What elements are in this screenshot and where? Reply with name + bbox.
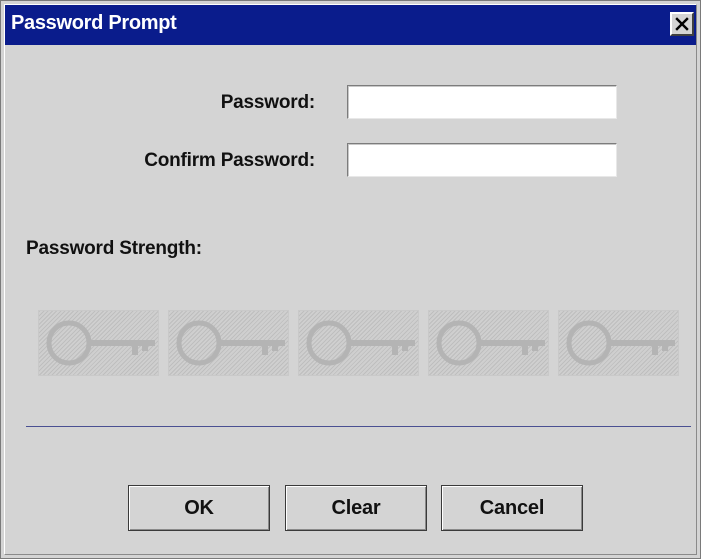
- password-field[interactable]: [347, 85, 617, 119]
- strength-segment-3: [298, 310, 419, 376]
- password-strength-label: Password Strength:: [26, 238, 202, 259]
- strength-segment-1: [38, 310, 159, 376]
- key-icon: [566, 320, 675, 366]
- key-icon: [176, 320, 285, 366]
- strength-segment-2: [168, 310, 289, 376]
- close-button[interactable]: [670, 12, 694, 36]
- key-icon: [46, 320, 155, 366]
- password-label: Password:: [220, 92, 315, 113]
- window-title: Password Prompt: [11, 12, 177, 34]
- cancel-button[interactable]: Cancel: [441, 485, 583, 531]
- confirm-password-field[interactable]: [347, 143, 617, 177]
- close-x-icon: [675, 17, 689, 31]
- ok-button[interactable]: OK: [128, 485, 270, 531]
- key-icon: [306, 320, 415, 366]
- dialog-content: Password: Confirm Password: Password Str…: [5, 45, 696, 556]
- key-icon: [436, 320, 545, 366]
- separator-line: [26, 426, 691, 427]
- title-bar[interactable]: Password Prompt: [5, 5, 696, 45]
- strength-segment-4: [428, 310, 549, 376]
- confirm-password-label: Confirm Password:: [144, 150, 315, 171]
- clear-button[interactable]: Clear: [285, 485, 427, 531]
- strength-segment-5: [558, 310, 679, 376]
- password-prompt-dialog: Password Prompt Password: Confirm Passwo…: [0, 0, 701, 559]
